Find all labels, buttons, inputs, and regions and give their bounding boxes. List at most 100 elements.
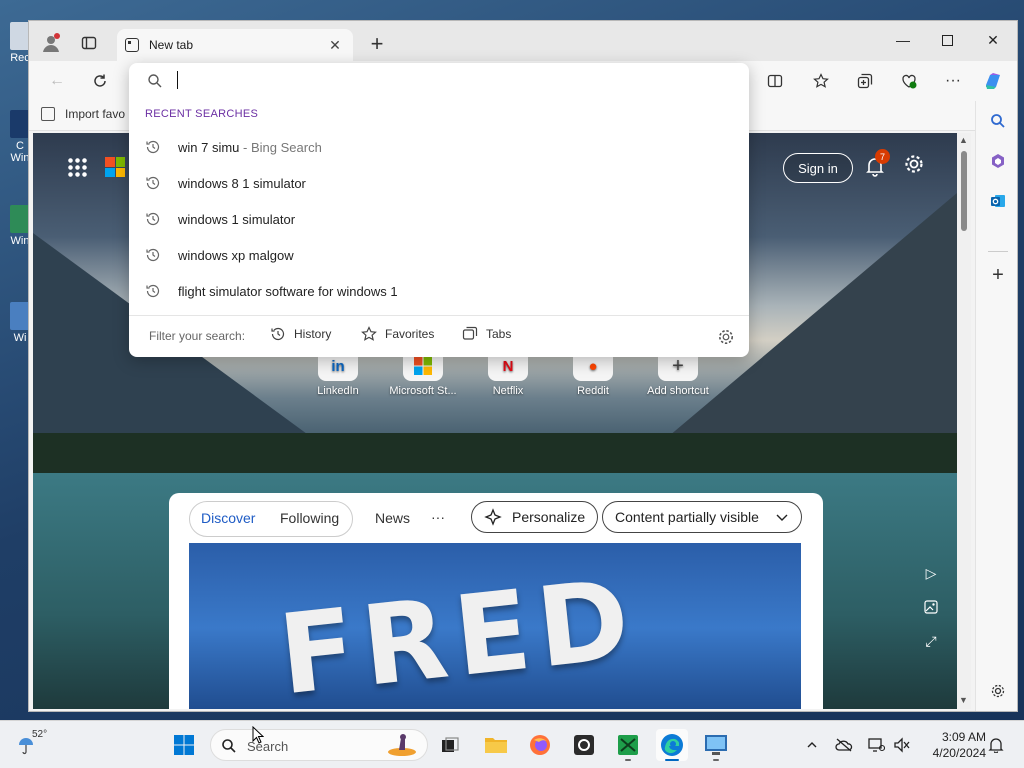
desktop-icon-label: C Win [10,140,30,164]
filter-tabs-button[interactable]: Tabs [462,326,511,342]
shortcut-netflix[interactable]: N Netflix [463,351,553,397]
game-app-button[interactable] [612,729,644,761]
task-view-button[interactable] [434,729,466,761]
background-image-info-icon[interactable] [921,600,941,620]
shortcut-linkedin[interactable]: in LinkedIn [293,351,383,397]
tab-news[interactable]: News [375,510,410,526]
new-tab-button[interactable]: + [363,31,391,57]
history-icon [146,140,160,154]
shortcut-microsoft-store[interactable]: Microsoft St... [378,351,468,397]
refresh-button[interactable] [86,67,114,95]
filter-favorites-button[interactable]: Favorites [361,326,434,342]
recent-search-item[interactable]: flight simulator software for windows 1 [129,273,749,309]
recent-search-item[interactable]: windows xp malgow [129,237,749,273]
onedrive-off-icon[interactable] [834,735,854,755]
tab-new-tab[interactable]: New tab ✕ [117,29,353,61]
minimize-button[interactable]: — [881,25,925,55]
filter-history-button[interactable]: History [270,326,331,342]
weather-temperature: 52° [32,729,48,740]
import-favorites-button[interactable]: Import favo [41,107,125,121]
search-settings-gear-icon[interactable] [717,328,735,346]
recent-search-item[interactable]: win 7 simu - Bing Search [129,129,749,165]
shortcut-label: Microsoft St... [389,385,457,397]
notifications-bell-icon[interactable] [986,735,1006,755]
game-app-icon [618,735,638,755]
start-button[interactable] [168,729,200,761]
scroll-down-icon[interactable]: ▼ [959,695,968,705]
shortcut-reddit[interactable]: ● Reddit [548,351,638,397]
recent-search-item[interactable]: windows 8 1 simulator [129,165,749,201]
split-screen-icon[interactable] [761,67,789,95]
expand-icon[interactable]: ⤢ [921,633,941,653]
play-background-video-icon[interactable]: ▷ [921,565,941,585]
desktop-icon-label: Wi [13,332,27,344]
weather-widget[interactable]: 52° [18,729,58,759]
content-visibility-dropdown[interactable]: Content partially visible [602,501,802,533]
task-view-icon [442,737,459,752]
obs-button[interactable] [568,729,600,761]
profile-icon[interactable] [37,29,65,57]
search-icon[interactable] [984,107,1012,135]
recent-search-text: windows xp malgow [178,247,294,263]
new-tab-page-icon [125,38,139,52]
history-icon [146,176,160,190]
add-shortcut-button[interactable]: + Add shortcut [633,351,723,397]
obs-icon [574,735,594,755]
windows-logo-icon [174,735,194,755]
file-explorer-button[interactable] [480,729,512,761]
maximize-button[interactable] [925,25,969,55]
page-scrollbar[interactable]: ▲ ▼ [957,133,971,709]
desktop-icon-label: Rec [10,52,30,64]
mouse-pointer-icon [252,726,264,744]
history-icon [146,212,160,226]
edge-taskbar-button[interactable] [656,729,688,761]
text-cursor [177,71,178,89]
outlook-icon[interactable] [984,187,1012,215]
page-settings-gear-icon[interactable] [901,153,927,179]
sign-in-button[interactable]: Sign in [783,153,853,183]
scroll-thumb[interactable] [961,151,967,231]
featured-story-image[interactable]: FRED [189,543,801,709]
scroll-up-icon[interactable]: ▲ [959,135,968,145]
recent-search-item[interactable]: windows 1 simulator [129,201,749,237]
volume-muted-icon[interactable] [892,735,912,755]
tab-discover[interactable]: Discover [201,510,255,526]
more-tabs-icon[interactable]: ··· [431,509,445,525]
search-icon [148,74,162,88]
address-bar-input[interactable] [129,63,749,99]
close-window-button[interactable]: ✕ [971,25,1015,55]
taskbar-clock[interactable]: 3:09 AM 4/20/2024 [924,729,986,761]
firefox-icon [530,735,550,755]
taskbar-search-box[interactable]: Search [210,729,428,761]
recent-search-source: - Bing Search [239,139,322,155]
personalize-button[interactable]: Personalize [471,501,599,533]
favorites-star-icon[interactable] [807,67,835,95]
tab-actions-icon[interactable] [75,29,103,57]
close-tab-icon[interactable]: ✕ [325,37,345,54]
search-filter-bar: Filter your search: History Favorites Ta… [129,315,749,355]
remote-desktop-icon [705,735,727,755]
tab-title: New tab [149,38,194,52]
copilot-icon[interactable] [979,67,1007,95]
settings-more-icon[interactable]: ··· [939,67,967,95]
sidebar-settings-gear-icon[interactable] [984,677,1012,705]
back-button[interactable]: ← [43,67,71,95]
edge-browser-window: New tab ✕ + — ✕ ← ··· Import favo + Sign… [28,20,1018,712]
import-favorites-label: Import favo [65,107,126,121]
filter-label: Filter your search: [149,329,246,343]
news-feed: Discover Following News ··· Personalize … [169,493,823,709]
add-sidebar-app-icon[interactable]: + [984,261,1012,289]
clock-time: 3:09 AM [941,730,986,744]
network-icon[interactable] [866,735,886,755]
microsoft-365-icon[interactable] [984,147,1012,175]
history-icon [271,327,285,341]
tabs-icon [462,326,478,340]
tab-following[interactable]: Following [280,510,339,526]
browser-essentials-icon[interactable] [895,67,923,95]
app-launcher-icon[interactable] [67,157,87,177]
remote-desktop-button[interactable] [700,729,732,761]
show-hidden-icons-chevron-up-icon[interactable] [802,735,822,755]
collections-icon[interactable] [851,67,879,95]
firefox-button[interactable] [524,729,556,761]
search-highlight-illustration-icon [388,734,416,756]
